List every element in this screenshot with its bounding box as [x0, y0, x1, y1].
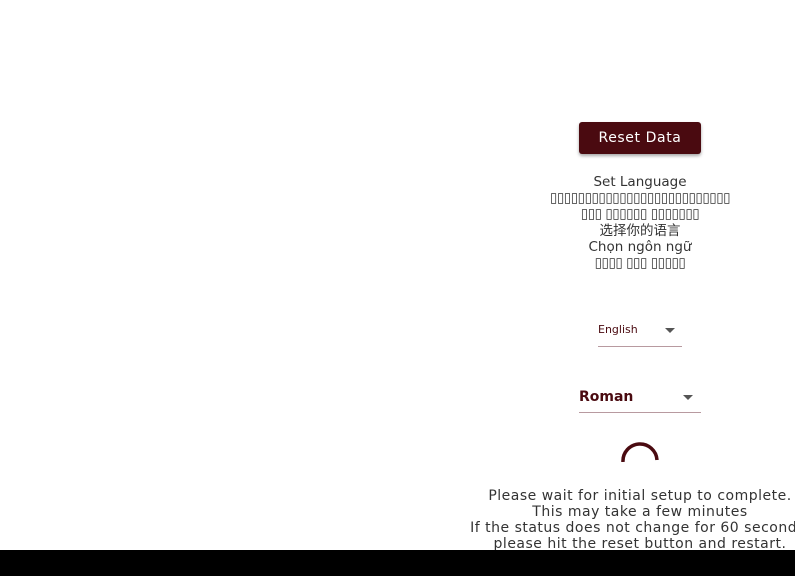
script-select[interactable]: Roman — [579, 388, 701, 413]
script-select-value: Roman — [579, 389, 634, 405]
language-select-value: English — [598, 323, 638, 336]
language-prompt-line-6: ▯▯▯▯ ▯▯▯ ▯▯▯▯▯ — [594, 255, 686, 272]
app-screen: Reset Data Set Language ▯▯▯▯▯▯▯▯▯▯▯▯▯▯▯▯… — [0, 0, 795, 576]
dropdown-arrow-icon — [665, 328, 675, 333]
status-line: This may take a few minutes — [532, 504, 748, 520]
language-select[interactable]: English — [598, 320, 682, 347]
language-prompt-english: Set Language — [593, 174, 687, 190]
loading-spinner-icon — [621, 442, 659, 462]
language-prompt-vietnamese: Chọn ngôn ngữ — [588, 238, 692, 255]
bottom-bar — [0, 550, 795, 576]
setup-status-message: Please wait for initial setup to complet… — [470, 488, 795, 552]
status-line: Please wait for initial setup to complet… — [488, 488, 792, 504]
setup-panel: Reset Data Set Language ▯▯▯▯▯▯▯▯▯▯▯▯▯▯▯▯… — [470, 0, 795, 552]
language-prompt-line-2: ▯▯▯▯▯▯▯▯▯▯▯▯▯▯▯▯▯▯▯▯▯▯▯▯▯▯ — [549, 190, 731, 207]
reset-data-button[interactable]: Reset Data — [579, 122, 701, 154]
set-language-prompt: Set Language ▯▯▯▯▯▯▯▯▯▯▯▯▯▯▯▯▯▯▯▯▯▯▯▯▯▯ … — [540, 174, 740, 271]
language-prompt-chinese: 选择你的语言 — [599, 222, 681, 239]
language-prompt-line-3: ▯▯▯ ▯▯▯▯▯▯ ▯▯▯▯▯▯▯ — [580, 206, 700, 223]
dropdown-arrow-icon — [683, 395, 693, 400]
status-line: If the status does not change for 60 sec… — [470, 520, 795, 536]
